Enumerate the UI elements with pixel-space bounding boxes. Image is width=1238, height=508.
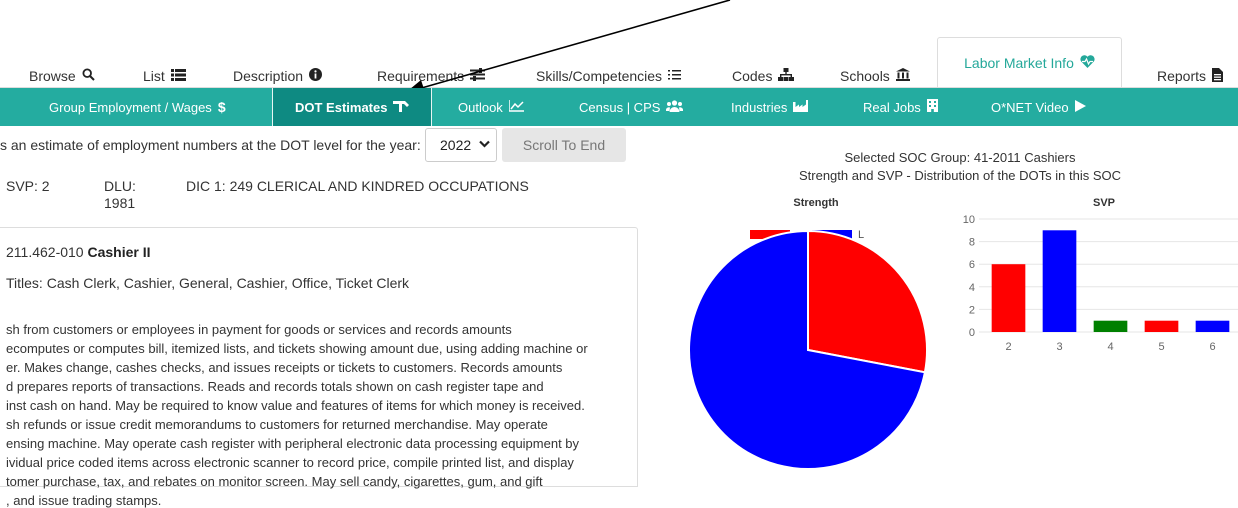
pie-legend-label: L — [858, 229, 864, 241]
dic-value: DIC 1: 249 CLERICAL AND KINDRED OCCUPATI… — [186, 178, 529, 194]
svp-value: SVP: 2 — [6, 178, 50, 194]
description-line: ecomputes or computes bill, itemized lis… — [6, 341, 588, 356]
tab-list[interactable]: List — [143, 64, 186, 88]
description-line: , and issue trading stamps. — [6, 493, 162, 508]
tab-reports[interactable]: Reports — [1157, 64, 1224, 88]
subtab-dot-estimates[interactable]: DOT Estimates — [272, 88, 432, 126]
description-line: inst cash on hand. May be required to kn… — [6, 398, 585, 413]
chart-heading: Selected SOC Group: 41-2011 Cashiers Str… — [780, 150, 1140, 183]
svp-bar-2 — [991, 264, 1026, 332]
pie-title: Strength — [793, 197, 839, 209]
pie-slice-s — [807, 229, 928, 374]
bar-title: SVP — [1093, 197, 1115, 209]
subtab-label: Group Employment / Wages — [49, 99, 212, 115]
tab-labor-market-info[interactable]: Labor Market Info — [937, 37, 1122, 88]
dollar-icon: $ — [217, 99, 226, 115]
svp-bar-5 — [1144, 320, 1179, 332]
bar-x-tick: 5 — [1158, 341, 1164, 353]
svp-bar-4 — [1093, 320, 1128, 332]
tab-label: Reports — [1157, 68, 1207, 84]
subtab-census[interactable]: Census | CPS — [579, 88, 684, 126]
bar-x-tick: 4 — [1107, 341, 1113, 353]
alternate-titles: Titles: Cash Clerk, Cashier, General, Ca… — [6, 275, 410, 291]
tab-label: Browse — [29, 68, 76, 84]
dlu-label: DLU: — [104, 178, 136, 194]
subtab-group-employment[interactable]: Group Employment / Wages $ — [49, 88, 226, 126]
bar-y-tick: 6 — [969, 259, 975, 271]
industry-icon — [793, 99, 809, 115]
chart-heading-line1: Selected SOC Group: 41-2011 Cashiers — [844, 150, 1076, 165]
dot-title: Cashier II — [87, 244, 151, 260]
year-value: 2022 — [440, 137, 472, 153]
svp-bar-6 — [1195, 320, 1230, 332]
tab-codes[interactable]: Codes — [732, 64, 795, 88]
bar-y-tick: 10 — [963, 214, 975, 226]
document-icon — [1212, 67, 1224, 85]
chart-heading-line2: Strength and SVP - Distribution of the D… — [798, 168, 1122, 183]
subtab-label: O*NET Video — [991, 99, 1069, 115]
subtab-outlook[interactable]: Outlook — [458, 88, 524, 126]
description-line: sh refunds or issue credit memorandums t… — [6, 417, 548, 432]
dot-code-title: 211.462-010 Cashier II — [6, 244, 151, 260]
bar-x-tick: 2 — [1005, 341, 1011, 353]
subtab-label: Real Jobs — [863, 99, 921, 115]
bar-x-tick: 6 — [1209, 341, 1215, 353]
users-icon — [666, 99, 684, 115]
tab-label: Schools — [840, 68, 890, 84]
scroll-label: Scroll To End — [522, 137, 606, 153]
bar-y-tick: 0 — [969, 327, 975, 339]
estimate-text: s an estimate of employment numbers at t… — [0, 137, 421, 153]
play-icon — [1074, 99, 1086, 115]
description-line: d prepares reports of transactions. Read… — [6, 379, 544, 394]
estimate-row: s an estimate of employment numbers at t… — [0, 128, 640, 164]
bar-x-tick: 3 — [1056, 341, 1062, 353]
bank-icon — [895, 68, 910, 84]
subtab-onet-video[interactable]: O*NET Video — [991, 88, 1086, 126]
search-icon — [82, 68, 95, 84]
chevron-down-icon — [479, 139, 490, 151]
subtab-label: Census | CPS — [579, 99, 661, 115]
bar-y-tick: 2 — [969, 304, 975, 316]
tools-icon — [393, 99, 410, 115]
subtab-label: Industries — [731, 99, 788, 115]
bar-y-tick: 8 — [969, 237, 975, 249]
list-icon — [170, 68, 186, 84]
year-select[interactable]: 2022 — [425, 128, 497, 162]
description-line: tomer purchase, tax, and rebates on moni… — [6, 474, 543, 489]
info-icon — [309, 68, 323, 84]
dot-description-panel: 211.462-010 Cashier II Titles: Cash Cler… — [0, 227, 638, 508]
subtab-real-jobs[interactable]: Real Jobs — [863, 88, 938, 126]
tab-schools[interactable]: Schools — [840, 64, 910, 88]
description-line: ensing machine. May operate cash registe… — [6, 436, 580, 451]
hierarchy-icon — [778, 68, 795, 84]
scroll-to-end-button[interactable]: Scroll To End — [502, 128, 626, 162]
description-line: er. Makes change, cashes checks, and iss… — [6, 360, 563, 375]
tab-label: Labor Market Info — [964, 55, 1074, 71]
building-icon — [926, 99, 938, 115]
dot-code: 211.462-010 — [6, 244, 84, 260]
svp-bar-chart: SVP 0 2 4 6 8 10 2 3 4 5 6 — [963, 197, 1238, 353]
subtab-industries[interactable]: Industries — [731, 88, 809, 126]
dlu-year: 1981 — [104, 195, 136, 211]
bar-y-tick: 4 — [969, 282, 975, 294]
tab-label: Description — [233, 68, 304, 84]
description-line: sh from customers or employees in paymen… — [6, 322, 512, 337]
tab-browse[interactable]: Browse — [29, 64, 95, 88]
chart-icon — [508, 99, 524, 115]
subtab-label: DOT Estimates — [295, 99, 388, 115]
strength-pie-chart: StrengthSL — [688, 197, 928, 470]
tab-label: List — [143, 68, 165, 84]
svp-bar-3 — [1042, 230, 1077, 332]
subtab-label: Outlook — [458, 99, 503, 115]
heart-icon — [1080, 55, 1095, 71]
description-line: ividual price coded items across electro… — [6, 455, 574, 470]
tab-description[interactable]: Description — [233, 64, 323, 88]
sub-nav: Group Employment / Wages $ DOT Estimates … — [0, 88, 1238, 126]
